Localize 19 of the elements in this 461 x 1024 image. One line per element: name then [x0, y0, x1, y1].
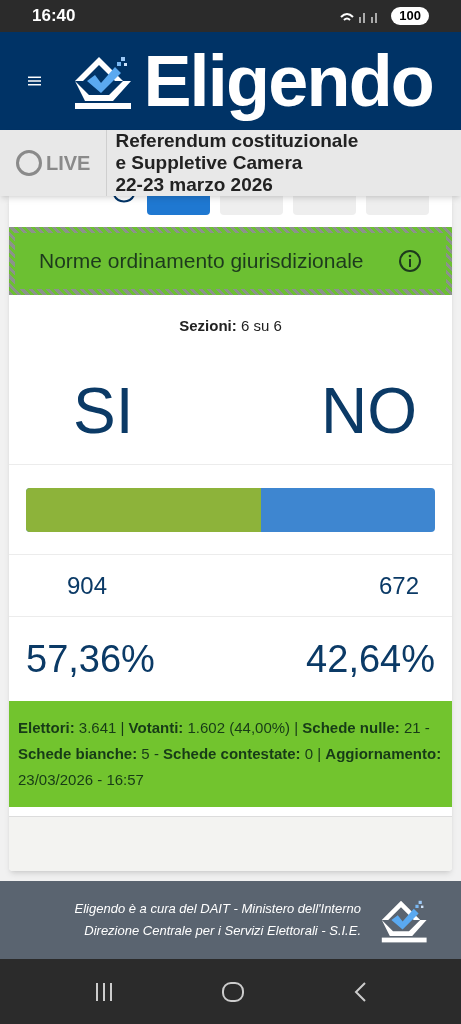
footer-text: Eligendo è a cura del DAIT - Ministero dell'Interno Direzione Centrale per i Servizi Elettorali - S.I.E. [74, 900, 361, 940]
vote-count: 672 [377, 570, 420, 601]
vote-percentage: 57,36% [25, 636, 156, 682]
view-tab[interactable] [147, 195, 210, 215]
live-icon [16, 150, 42, 176]
home-icon[interactable] [222, 981, 245, 1002]
battery-indicator: 100 [391, 7, 429, 25]
question-title: Norme ordinamento giurisdizionale [39, 248, 364, 274]
status-time: 16:40 [32, 5, 76, 28]
election-title: Referendum costituzionale e Suppletive Camera 22-23 marzo 2026 [114, 130, 359, 196]
sections-count: Sezioni: 6 su 6 [179, 315, 282, 336]
live-label: LIVE [46, 151, 91, 176]
vote-percentage: 42,64% [305, 636, 436, 682]
option-label: NO [320, 373, 418, 449]
recent-apps-icon[interactable] [94, 982, 115, 1001]
vote-count: 904 [66, 570, 109, 601]
back-icon[interactable] [352, 981, 367, 1002]
summary-text: Elettori: 3.641 | Votanti: 1.602 (44,00%) | Schede nulle: 21 - Schede bianche: 5 - Schede contestate: 0 | Aggiornamento: 23/03/2026 - 16:57 [18, 718, 443, 790]
option-label: SI [72, 373, 135, 449]
